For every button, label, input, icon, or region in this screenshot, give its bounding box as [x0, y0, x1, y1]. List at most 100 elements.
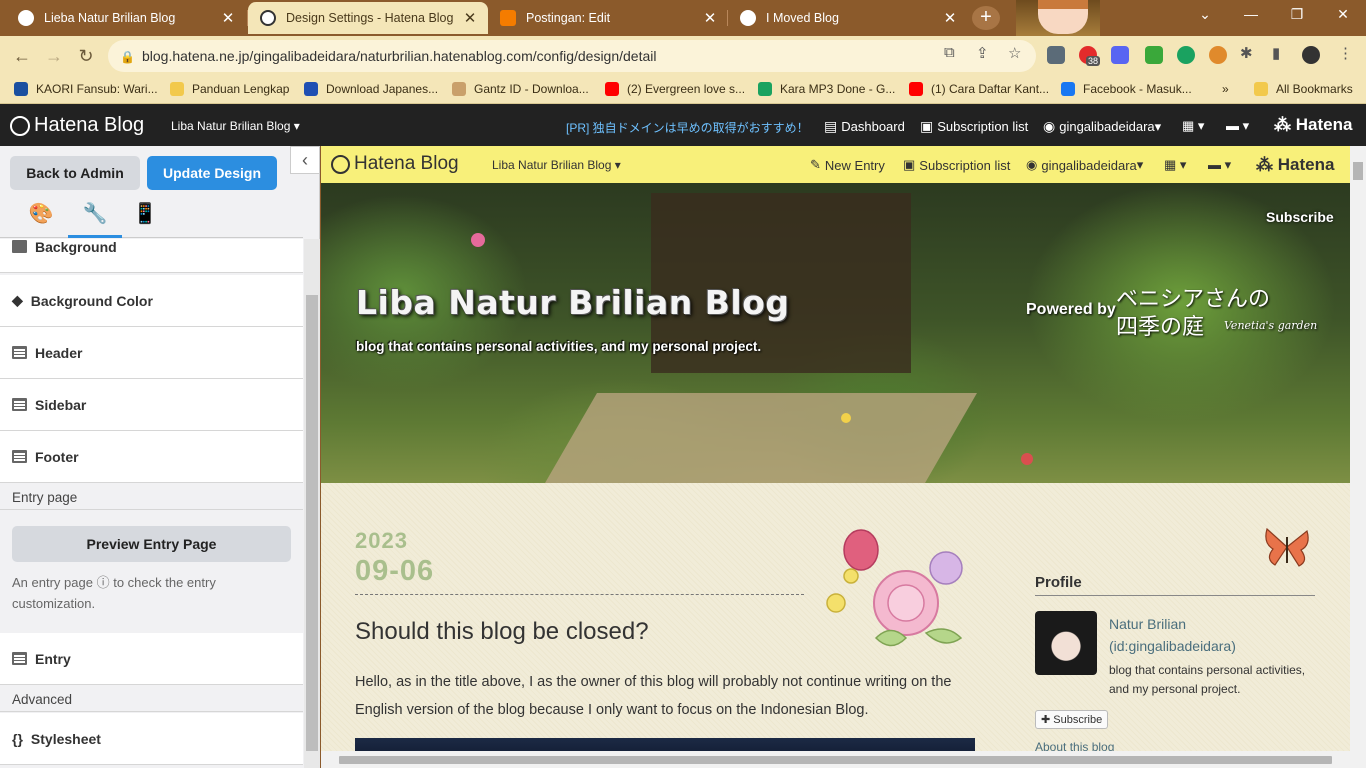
new-entry-label: New Entry	[824, 157, 885, 173]
setting-sidebar[interactable]: Sidebar	[0, 379, 303, 431]
close-icon[interactable]: ✕	[462, 9, 478, 27]
setting-footer[interactable]: Footer	[0, 431, 303, 483]
hatena-link[interactable]: ⁂ Hatena	[1256, 155, 1334, 175]
entry-date-month-day[interactable]: 09-06	[355, 555, 434, 588]
hatena-link[interactable]: ⁂ Hatena	[1274, 115, 1352, 135]
blog-selector[interactable]: Liba Natur Brilian Blog ▾	[492, 158, 621, 172]
profile-icon[interactable]	[1302, 46, 1320, 64]
extension-icon[interactable]	[1145, 46, 1163, 64]
collapse-panel-button[interactable]: ‹	[290, 146, 320, 174]
apps-grid-icon[interactable]: ▦ ▾	[1182, 118, 1204, 134]
user-avatar-icon: ◉	[1026, 157, 1038, 172]
notification-icon[interactable]: ▬ ▾	[1208, 157, 1231, 173]
help-icon[interactable]: ⓘ	[97, 575, 110, 590]
scroll-thumb[interactable]	[339, 756, 1332, 764]
bookmark-item[interactable]: Panduan Lengkap	[170, 82, 289, 96]
bookmark-item[interactable]: Facebook - Masuk...	[1061, 82, 1192, 96]
entry-title[interactable]: Should this blog be closed?	[355, 618, 649, 646]
scroll-thumb[interactable]	[1353, 162, 1363, 180]
date-divider	[355, 594, 804, 595]
bookmark-item[interactable]: Download Japanes...	[304, 82, 438, 96]
menu-dots-icon[interactable]: ⋮	[1338, 44, 1353, 62]
all-bookmarks-label: All Bookmarks	[1276, 82, 1353, 96]
update-design-button[interactable]: Update Design	[147, 156, 277, 190]
close-icon[interactable]: ✕	[702, 9, 718, 27]
bookmark-item[interactable]: (1) Cara Daftar Kant...	[909, 82, 1049, 96]
setting-background[interactable]: Background	[0, 239, 303, 273]
user-menu[interactable]: ◉ gingalibadeidara ▾	[1026, 157, 1143, 173]
entry-date-year[interactable]: 2023	[355, 528, 408, 554]
setting-background-color[interactable]: ◆ Background Color	[0, 275, 303, 327]
setting-label: Background	[35, 239, 117, 255]
user-avatar-icon: ◉	[1043, 118, 1056, 134]
window-close-icon[interactable]: ✕	[1320, 6, 1366, 23]
pr-link[interactable]: [PR] 独自ドメインは早めの取得がおすすめ！	[566, 119, 809, 136]
mobile-icon[interactable]: 📱	[118, 198, 172, 238]
bookmark-label: (2) Evergreen love s...	[627, 82, 746, 96]
notification-icon[interactable]: ▬ ▾	[1226, 118, 1249, 134]
profile-avatar[interactable]	[1035, 611, 1097, 675]
blog-selector[interactable]: Liba Natur Brilian Blog ▾	[171, 119, 300, 133]
all-bookmarks[interactable]: All Bookmarks	[1254, 82, 1353, 96]
extension-icon[interactable]	[1111, 46, 1129, 64]
tab-search-icon[interactable]: ⌄	[1182, 6, 1228, 23]
wrench-icon[interactable]: 🔧	[68, 198, 122, 238]
panel-scrollbar[interactable]	[304, 239, 320, 768]
setting-entry[interactable]: Entry	[0, 633, 303, 685]
preview-horizontal-scrollbar[interactable]	[321, 751, 1350, 768]
user-menu[interactable]: ◉ gingalibadeidara ▾	[1043, 118, 1161, 135]
translate-icon[interactable]: ⧉	[944, 44, 955, 61]
browser-tab[interactable]: Postingan: Edit ✕	[488, 2, 728, 34]
design-settings-panel: ‹ Back to Admin Update Design 🎨 🔧 📱 Back…	[0, 146, 320, 768]
subscription-list-link[interactable]: ▣ Subscription list	[920, 118, 1028, 135]
blog-title[interactable]: Liba Natur Brilian Blog	[356, 283, 790, 322]
preview-vertical-scrollbar[interactable]	[1350, 146, 1366, 768]
dashboard-link[interactable]: ▤ Dashboard	[824, 118, 905, 135]
apps-grid-icon[interactable]: ▦ ▾	[1164, 157, 1186, 173]
subscribe-link[interactable]: Subscribe	[1266, 209, 1334, 225]
preview-note-text: An entry page	[12, 575, 93, 590]
puzzle-icon[interactable]: ✱	[1240, 44, 1253, 62]
bookmark-item[interactable]: (2) Evergreen love s...	[605, 82, 745, 96]
profile-subscribe-button[interactable]: ✚ Subscribe	[1035, 710, 1109, 729]
new-tab-button[interactable]: +	[972, 6, 1000, 30]
reload-icon[interactable]: ↻	[74, 44, 98, 68]
forward-arrow-icon[interactable]: →	[42, 44, 66, 68]
minimize-icon[interactable]: —	[1228, 6, 1274, 22]
profile-name-link[interactable]: Natur Brilian (id:gingalibadeidara)	[1109, 613, 1236, 657]
back-arrow-icon[interactable]: ←	[10, 44, 34, 68]
setting-header[interactable]: Header	[0, 327, 303, 379]
tab-favicon-icon	[18, 10, 34, 26]
blog-hatena-logo[interactable]: Hatena Blog	[331, 153, 459, 175]
extension-icon[interactable]	[1177, 46, 1195, 64]
new-entry-link[interactable]: ✎ New Entry	[810, 157, 885, 173]
browser-tab[interactable]: Lieba Natur Brilian Blog ✕	[6, 2, 246, 34]
extension-icon[interactable]	[1209, 46, 1227, 64]
bookmark-label: Kara MP3 Done - G...	[780, 82, 896, 96]
bookmark-item[interactable]: Kara MP3 Done - G...	[758, 82, 895, 96]
share-icon[interactable]: ⇪	[976, 44, 989, 62]
restore-icon[interactable]: ❐	[1274, 6, 1320, 23]
bookmark-item[interactable]: KAORI Fansub: Wari...	[14, 82, 158, 96]
browser-tab-active[interactable]: Design Settings - Hatena Blog ✕	[248, 2, 488, 34]
blog-selector-label: Liba Natur Brilian Blog	[171, 119, 291, 133]
close-icon[interactable]: ✕	[942, 9, 958, 27]
side-panel-icon[interactable]: ▮	[1272, 44, 1280, 62]
profile-description: blog that contains personal activities, …	[1109, 663, 1306, 696]
extension-icon[interactable]	[1047, 46, 1065, 64]
subscription-list-link[interactable]: ▣ Subscription list	[903, 157, 1010, 173]
browser-tab[interactable]: I Moved Blog ✕	[728, 2, 968, 34]
tab-title: Design Settings - Hatena Blog	[286, 11, 454, 25]
panel-tabs: 🎨 🔧 📱	[0, 198, 303, 238]
back-to-admin-button[interactable]: Back to Admin	[10, 156, 140, 190]
address-bar[interactable]: 🔒 blog.hatena.ne.jp/gingalibadeidara/nat…	[108, 40, 1036, 72]
palette-icon[interactable]: 🎨	[14, 198, 68, 238]
preview-entry-page-button[interactable]: Preview Entry Page	[12, 526, 291, 562]
more-bookmarks-chevron-icon[interactable]: »	[1222, 82, 1229, 96]
setting-stylesheet[interactable]: {} Stylesheet	[0, 713, 303, 765]
bookmark-star-icon[interactable]: ☆	[1008, 44, 1021, 62]
bookmark-item[interactable]: Gantz ID - Downloa...	[452, 82, 589, 96]
scroll-thumb[interactable]	[306, 295, 318, 751]
close-icon[interactable]: ✕	[220, 9, 236, 27]
hatena-blog-logo[interactable]: Hatena Blog	[10, 114, 144, 137]
